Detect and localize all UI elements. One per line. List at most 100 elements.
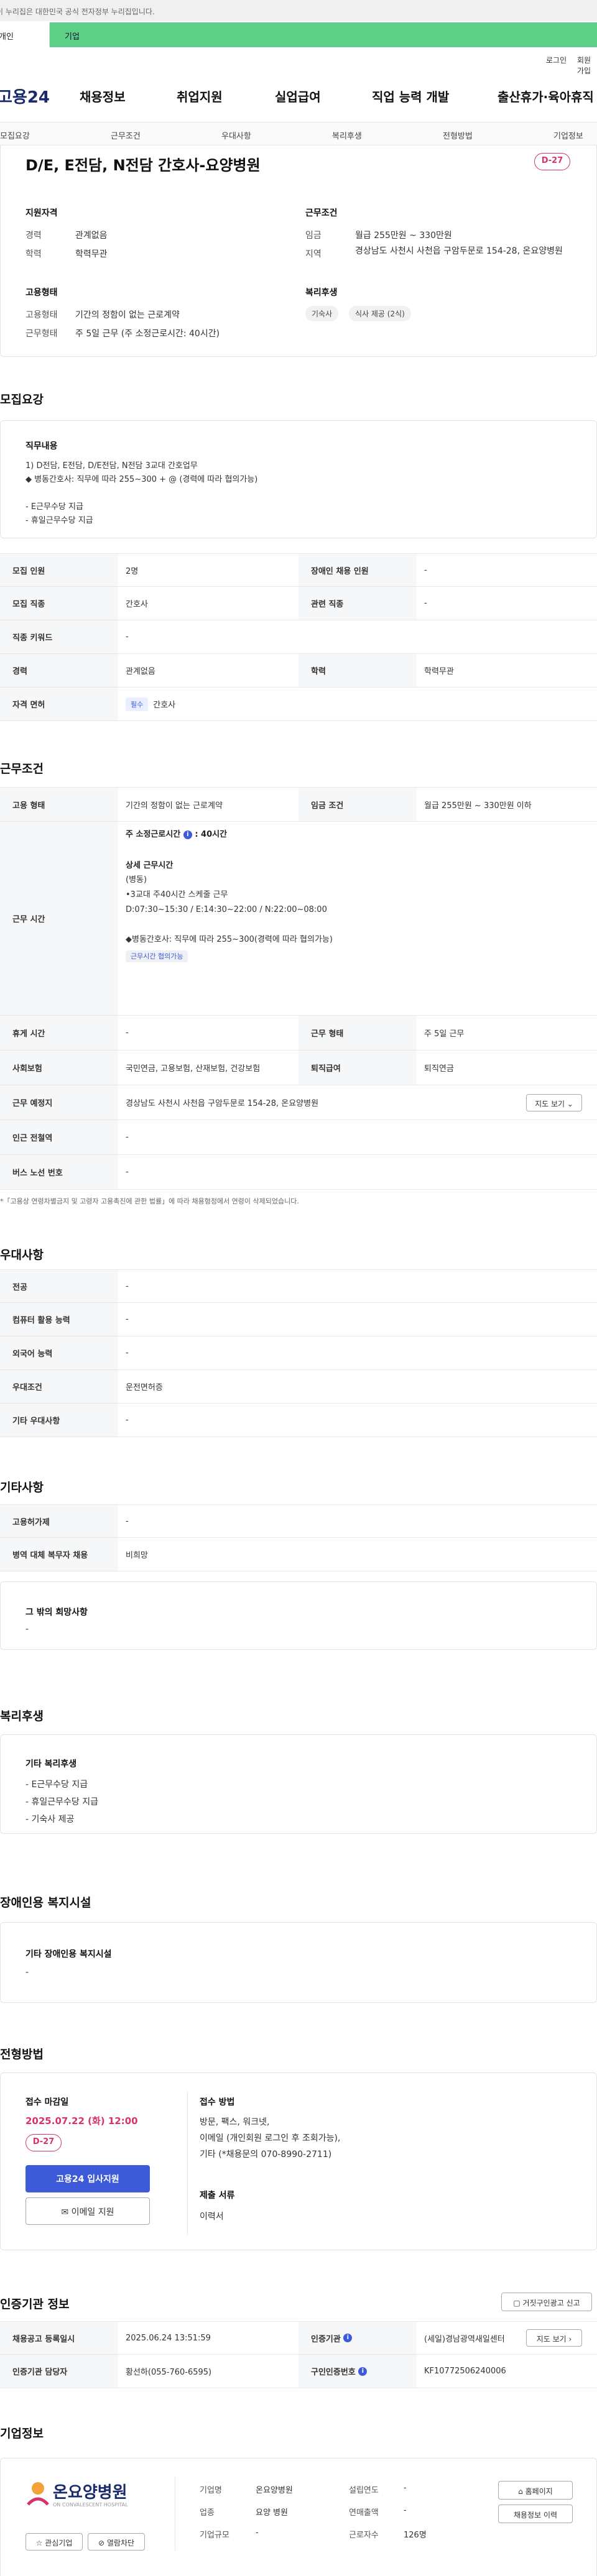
- gnb-item-unemployment[interactable]: 실업급여: [275, 87, 321, 105]
- career-value: 관계없음: [75, 231, 108, 241]
- lnb-item-recruit[interactable]: 모집요강: [0, 129, 30, 141]
- job-title: D/E, E전담, N전담 간호사-요양병원: [25, 157, 261, 174]
- map-view-button[interactable]: 지도 보기 ⌄: [526, 1094, 582, 1111]
- home-icon: ⌂: [518, 2487, 523, 2496]
- cert-section-title: 인증기관 정보: [0, 2298, 70, 2311]
- hours-detail: 주 소정근로시간 i : 40시간 상세 근무시간 (병동) •3교대 주40시…: [126, 828, 333, 962]
- report-fake-ad-button[interactable]: ▢ 거짓구인광고 신고: [501, 2293, 592, 2311]
- table-row: 고용허가제 -: [0, 1504, 597, 1538]
- dday-badge: D-27: [534, 153, 570, 170]
- company-card: 온요양병원 ON CONVALESCENT HOSPITAL ☆ 관심기업 ⊘ …: [0, 2458, 597, 2576]
- report-icon: ▢: [513, 2299, 521, 2307]
- job-history-button[interactable]: 채용정보 이력: [498, 2505, 573, 2523]
- emp-title: 고용형태: [25, 288, 58, 298]
- table-row: 외국어 능력 -: [0, 1336, 597, 1370]
- email-apply-button[interactable]: ✉ 이메일 지원: [25, 2197, 150, 2225]
- info-icon[interactable]: i: [358, 2367, 368, 2376]
- gov-notice-bar: 이 누리집은 대한민국 공식 전자정부 누리집입니다.: [0, 0, 597, 21]
- disabled-section-title: 장애인용 복지시설: [0, 1896, 91, 1910]
- table-row: 전공 -: [0, 1269, 597, 1303]
- table-row: 채용공고 등록일시 2025.06.24 13:51:59 인증기관 i (세일…: [0, 2321, 597, 2355]
- chevron-down-icon: ⌄: [567, 1100, 573, 1108]
- table-row: 휴게 시간 - 근무 형태 주 5일 근무: [0, 1016, 597, 1051]
- table-row: 모집 인원 2명 장애인 채용 인원 -: [0, 553, 597, 587]
- license-value: 간호사: [153, 701, 176, 710]
- worktype-label: 근무형태: [25, 329, 58, 339]
- job-desc-title: 직무내용: [25, 441, 58, 451]
- apply-button[interactable]: 고용24 입사지원: [25, 2165, 150, 2192]
- member-tabs: 개인 기업: [0, 22, 597, 47]
- job-summary-card: D/E, E전담, N전담 간호사-요양병원 D-27 지원자격 경력 관계없음…: [0, 145, 597, 357]
- disabled-card: 기타 장애인용 복지시설 -: [0, 1922, 597, 2003]
- table-row: 인근 전철역 -: [0, 1120, 597, 1155]
- section-nav: 모집요강 근무조건 우대사항 복리후생 전형방법 기업정보: [0, 122, 597, 145]
- lnb-item-company[interactable]: 기업정보: [553, 129, 583, 141]
- chevron-right-icon: ›: [568, 2335, 572, 2344]
- wage-value: 월급 255만원 ~ 330만원: [355, 231, 452, 241]
- other-hope-card: 그 밖의 희망사항 -: [0, 1581, 597, 1650]
- benefit-card: 기타 복리후생 - E근무수당 지급 - 휴일근무수당 지급 - 기숙사 제공: [0, 1734, 597, 1834]
- global-nav: 고용24 채용정보 취업지원 실업급여 직업 능력 개발 출산휴가·육아휴직: [0, 81, 597, 112]
- required-badge: 필수: [126, 697, 149, 711]
- recruit-section-title: 모집요강: [0, 393, 44, 407]
- selection-section-title: 전형방법: [0, 2048, 44, 2061]
- welfare-tag: 식사 제공 (2식): [349, 306, 411, 321]
- career-label: 경력: [25, 231, 42, 241]
- welfare-title: 복리후생: [305, 288, 338, 298]
- wage-label: 임금: [305, 231, 322, 241]
- benefit-section-title: 복리후생: [0, 1709, 44, 1723]
- info-icon[interactable]: i: [183, 830, 192, 839]
- table-row: 기타 우대사항 -: [0, 1404, 597, 1437]
- gnb-item-jobs[interactable]: 채용정보: [80, 87, 126, 105]
- gnb-item-training[interactable]: 직업 능력 개발: [372, 87, 449, 105]
- table-row: 병역 대체 복무자 채용 비희망: [0, 1538, 597, 1571]
- join-link[interactable]: 회원가입: [577, 55, 597, 76]
- table-row: 모집 직종 간호사 관련 직종 -: [0, 587, 597, 620]
- region-value: 경상남도 사천시 사천읍 구암두문로 154-28, 온요양병원: [355, 246, 563, 256]
- prefer-section-title: 우대사항: [0, 1248, 44, 1262]
- company-section-title: 기업정보: [0, 2427, 44, 2440]
- qual-title: 지원자격: [25, 208, 58, 218]
- block-view-button[interactable]: ⊘ 열람차단: [88, 2533, 145, 2551]
- mail-icon: ✉: [61, 2207, 69, 2217]
- gnb-item-leave[interactable]: 출산휴가·육아휴직: [497, 87, 594, 105]
- lnb-item-work[interactable]: 근무조건: [111, 129, 141, 141]
- worktype-value: 주 5일 근무 (주 소정근로시간: 40시간): [75, 329, 220, 339]
- table-row: 인증기관 담당자 황선하(055-760-6595) 구인인증번호 i KF10…: [0, 2355, 597, 2388]
- tab-personal[interactable]: 개인: [0, 22, 50, 47]
- age-law-note: *「고용상 연령차별금지 및 고령자 고용촉진에 관한 법률」에 따라 채용형정…: [0, 1197, 299, 1205]
- hospital-logo-icon: [27, 2482, 49, 2506]
- edu-label: 학력: [25, 249, 42, 259]
- info-icon[interactable]: i: [343, 2334, 353, 2342]
- deadline-value: 2025.07.22 (화) 12:00: [25, 2115, 138, 2127]
- welfare-tag: 기숙사: [305, 306, 339, 321]
- emptype-value: 기간의 정함이 없는 근로계약: [75, 310, 180, 320]
- emptype-label: 고용형태: [25, 310, 58, 320]
- cond-title: 근무조건: [305, 208, 338, 218]
- gnb-item-employment-support[interactable]: 취업지원: [177, 87, 223, 105]
- login-link[interactable]: 로그인: [546, 55, 567, 65]
- cert-map-button[interactable]: 지도 보기 ›: [526, 2329, 582, 2347]
- site-logo[interactable]: 고용24: [0, 85, 50, 108]
- interest-company-button[interactable]: ☆ 관심기업: [25, 2533, 83, 2551]
- work-section-title: 근무조건: [0, 762, 44, 776]
- table-row: 고용 형태 기간의 정함이 없는 근로계약 임금 조건 월급 255만원 ~ 3…: [0, 787, 597, 822]
- table-row: 근무 시간 주 소정근로시간 i : 40시간 상세 근무시간 (병동) •3교…: [0, 822, 597, 1016]
- gov-notice-text: 이 누리집은 대한민국 공식 전자정부 누리집입니다.: [0, 7, 155, 16]
- table-row: 자격 면허 필수 간호사: [0, 688, 597, 721]
- table-row: 우대조건 운전면허증: [0, 1370, 597, 1404]
- table-row: 사회보험 국민연금, 고용보험, 산재보험, 건강보험 퇴직급여 퇴직연금: [0, 1051, 597, 1085]
- lnb-item-selection[interactable]: 전형방법: [443, 129, 473, 141]
- table-row: 컴퓨터 활용 능력 -: [0, 1303, 597, 1336]
- company-logo: 온요양병원 ON CONVALESCENT HOSPITAL: [25, 2477, 150, 2514]
- job-desc-body: 1) D전담, E전담, D/E전담, N전담 3교대 간호업무 ◆ 병동간호사…: [25, 461, 258, 525]
- hours-negotiable-tag: 근무시간 협의가능: [126, 950, 188, 962]
- star-icon: ☆: [35, 2539, 43, 2547]
- tab-company[interactable]: 기업: [50, 22, 597, 47]
- selection-card: 접수 마감일 2025.07.22 (화) 12:00 D-27 고용24 입사…: [0, 2072, 597, 2250]
- region-label: 지역: [305, 249, 322, 259]
- lnb-item-prefer[interactable]: 우대사항: [221, 129, 251, 141]
- homepage-button[interactable]: ⌂ 홈페이지: [498, 2481, 573, 2500]
- lnb-item-benefit[interactable]: 복리후생: [332, 129, 362, 141]
- job-description-card: 직무내용 1) D전담, E전담, D/E전담, N전담 3교대 간호업무 ◆ …: [0, 420, 597, 538]
